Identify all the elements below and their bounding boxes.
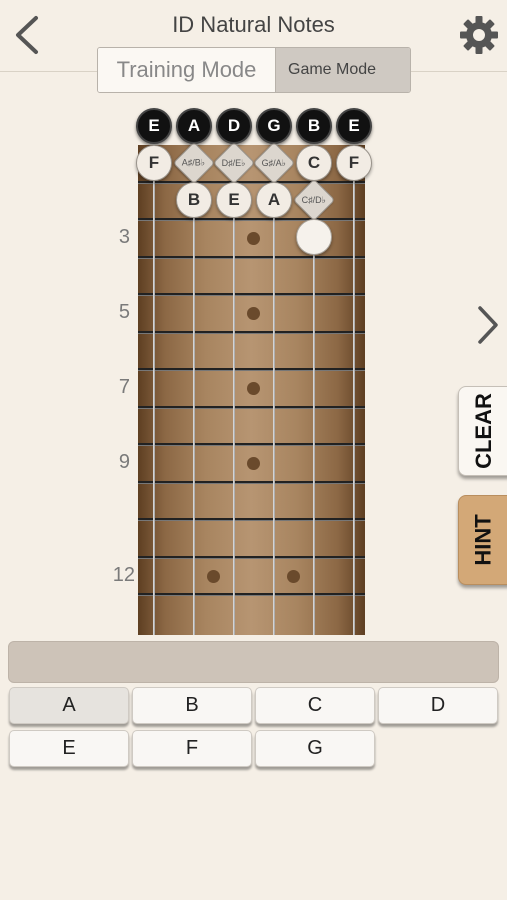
open-string-note[interactable]: E — [336, 108, 372, 144]
next-button[interactable] — [472, 300, 504, 350]
note-key-b[interactable]: B — [132, 687, 252, 724]
note-key-c[interactable]: C — [255, 687, 375, 724]
settings-button[interactable] — [459, 15, 499, 55]
fret-line — [138, 518, 365, 521]
fret-line — [138, 443, 365, 446]
game-mode-tab[interactable]: Game Mode — [276, 48, 410, 92]
fretboard[interactable] — [138, 145, 365, 635]
open-string-note[interactable]: B — [296, 108, 332, 144]
note-key-d[interactable]: D — [378, 687, 498, 724]
open-string-note[interactable]: D — [216, 108, 252, 144]
fret-number: 12 — [112, 564, 135, 586]
answer-display — [8, 641, 499, 683]
target-note-marker[interactable] — [296, 219, 332, 255]
gear-icon — [460, 16, 498, 54]
note-label: G♯/A♭ — [261, 157, 287, 168]
fret-line — [138, 593, 365, 596]
open-string-note[interactable]: A — [176, 108, 212, 144]
fret-line — [138, 406, 365, 409]
mode-switch: Training Mode Game Mode — [97, 47, 411, 93]
fret-number: 7 — [118, 376, 130, 398]
chevron-right-icon — [478, 306, 498, 344]
fret-line — [138, 181, 365, 184]
fret-inlay — [207, 570, 220, 583]
fret-number: 9 — [118, 451, 130, 473]
fret-note[interactable]: E — [216, 182, 252, 218]
note-label: C♯/D♭ — [301, 194, 327, 205]
guitar-string — [273, 145, 275, 635]
fret-number: 3 — [118, 226, 130, 248]
guitar-string — [153, 145, 155, 635]
guitar-string — [193, 145, 195, 635]
open-string-note[interactable]: E — [136, 108, 172, 144]
fret-line — [138, 218, 365, 221]
fret-line — [138, 556, 365, 559]
fret-note[interactable]: A — [256, 182, 292, 218]
fret-inlay — [247, 382, 260, 395]
note-key-g[interactable]: G — [255, 730, 375, 767]
note-label: A♯/B♭ — [182, 157, 206, 168]
hint-button[interactable]: HINT — [458, 495, 507, 585]
fret-line — [138, 368, 365, 371]
note-label: D♯/E♭ — [222, 157, 246, 168]
hint-label: HINT — [471, 514, 497, 566]
fret-line — [138, 331, 365, 334]
page-title: ID Natural Notes — [172, 12, 335, 37]
note-key-f[interactable]: F — [132, 730, 252, 767]
fret-note[interactable]: B — [176, 182, 212, 218]
clear-button[interactable]: CLEAR — [458, 386, 507, 476]
note-key-a[interactable]: A — [9, 687, 129, 724]
fret-inlay — [287, 570, 300, 583]
training-mode-tab[interactable]: Training Mode — [98, 48, 276, 92]
fret-inlay — [247, 232, 260, 245]
open-string-note[interactable]: G — [256, 108, 292, 144]
guitar-string — [353, 145, 355, 635]
fret-inlay — [247, 457, 260, 470]
fret-note[interactable]: F — [136, 145, 172, 181]
note-key-e[interactable]: E — [9, 730, 129, 767]
fret-line — [138, 293, 365, 296]
clear-label: CLEAR — [471, 393, 496, 469]
fret-note[interactable]: F — [336, 145, 372, 181]
fret-number: 5 — [118, 301, 130, 323]
fret-note[interactable]: C — [296, 145, 332, 181]
guitar-string — [233, 145, 235, 635]
fret-line — [138, 256, 365, 259]
fret-inlay — [247, 307, 260, 320]
fret-line — [138, 481, 365, 484]
